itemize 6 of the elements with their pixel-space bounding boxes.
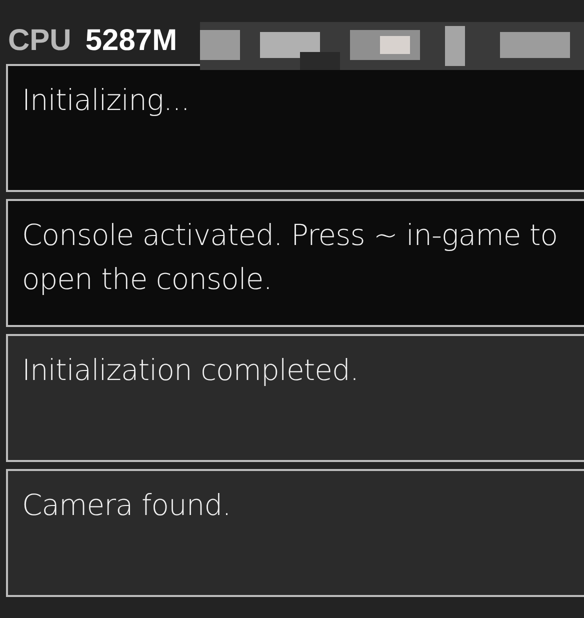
notification-text: Initializing...: [22, 82, 191, 119]
notification-text: Initialization completed.: [22, 352, 360, 389]
notification-text: Console activated. Press ~ in-game to open the console.: [22, 217, 559, 298]
notification-text: Camera found.: [22, 487, 232, 524]
cpu-value: 5287M: [85, 24, 178, 57]
cpu-label: CPU: [8, 24, 72, 57]
